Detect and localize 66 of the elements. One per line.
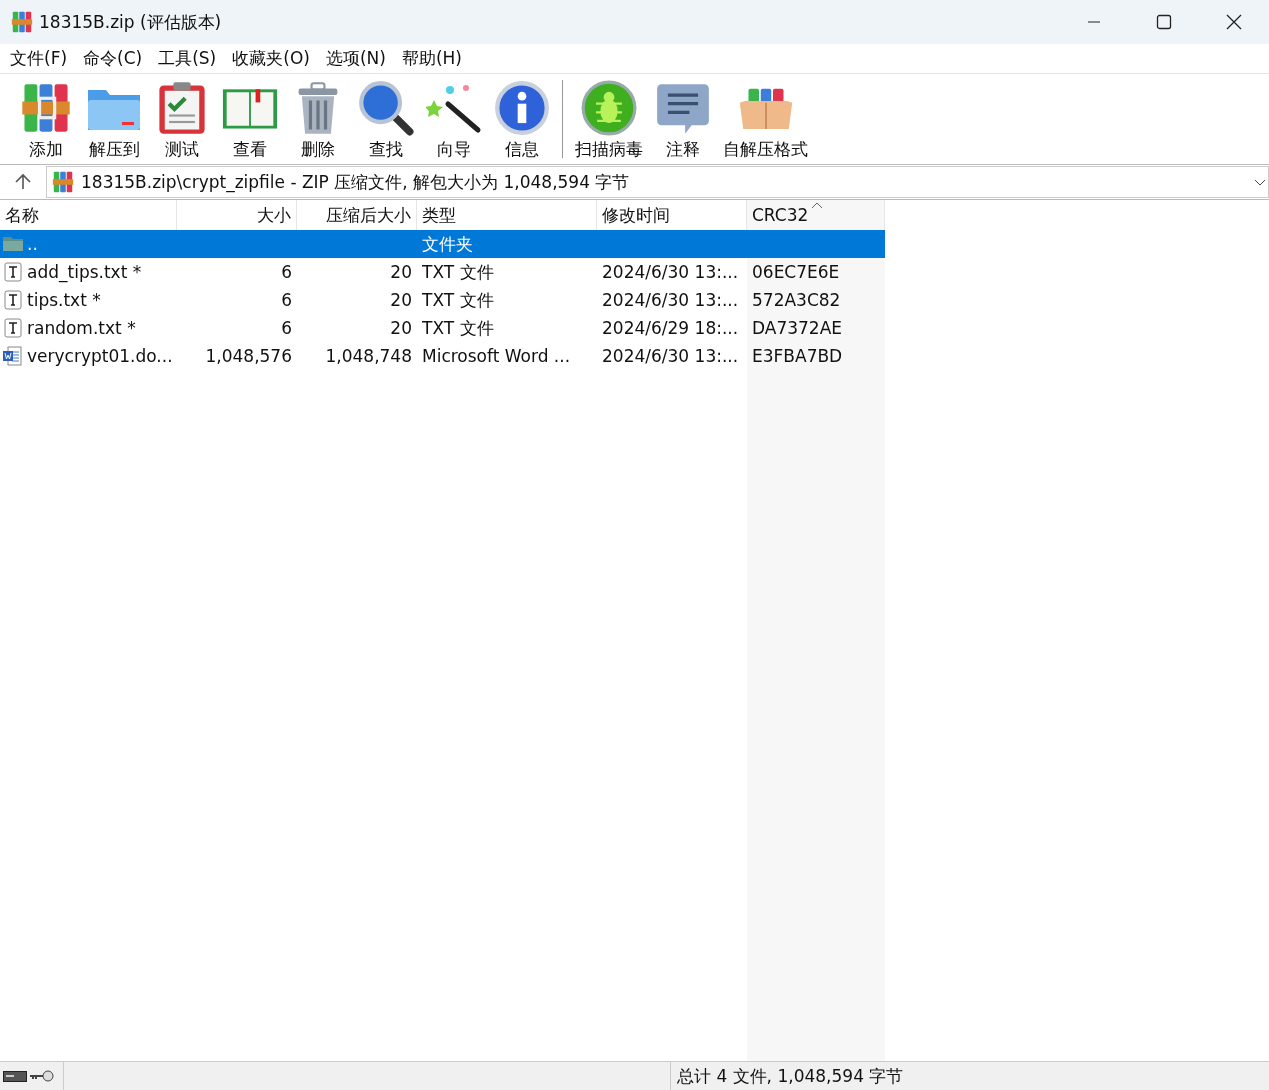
- file-row[interactable]: tips.txt * 6 20 TXT 文件 2024/6/30 13:... 572A3C82: [0, 286, 1269, 314]
- table-cell: 1,048,748: [325, 346, 412, 366]
- table-cell: 572A3C82: [752, 290, 841, 310]
- drive-icon: [3, 1069, 27, 1083]
- toolbar-button[interactable]: 查找: [352, 74, 420, 164]
- table-cell: 2024/6/29 18:...: [602, 318, 739, 338]
- menu-item[interactable]: 帮助(H): [393, 47, 470, 70]
- table-cell: 1,048,576: [205, 346, 292, 366]
- word-document-icon: [3, 346, 23, 366]
- text-file-icon: [3, 262, 23, 282]
- toolbar-button[interactable]: 测试: [148, 74, 216, 164]
- menu-item[interactable]: 命令(C): [75, 47, 151, 70]
- text-file-icon: [3, 318, 23, 338]
- toolbar-button[interactable]: 向导: [420, 74, 488, 164]
- menu-item[interactable]: 工具(S): [150, 47, 225, 70]
- file-name: add_tips.txt *: [27, 262, 142, 282]
- file-row[interactable]: random.txt * 6 20 TXT 文件 2024/6/29 18:... DA7372AE: [0, 314, 1269, 342]
- magnifier-icon: [358, 80, 414, 136]
- file-name: random.txt *: [27, 318, 136, 338]
- toolbar-button[interactable]: 注释: [649, 74, 717, 164]
- table-cell: Microsoft Word ...: [422, 346, 571, 366]
- info-icon: [494, 80, 550, 136]
- folder-icon: [3, 234, 23, 254]
- maximize-icon[interactable]: [1156, 14, 1172, 30]
- toolbar-button[interactable]: 删除: [284, 74, 352, 164]
- table-cell: E3FBA7BD: [752, 346, 843, 366]
- bug-icon: [581, 80, 637, 136]
- toolbar-button[interactable]: 信息: [488, 74, 556, 164]
- file-row[interactable]: .. 文件夹: [0, 230, 1269, 258]
- close-icon[interactable]: [1226, 14, 1242, 30]
- table-cell: 20: [390, 290, 412, 310]
- menu-item[interactable]: 收藏夹(O): [224, 47, 318, 70]
- file-row[interactable]: verycrypt01.do... 1,048,576 1,048,748 Microsoft Word ... 2024/6/30 13:... E3FBA7BD: [0, 342, 1269, 370]
- address-field[interactable]: 18315B.zip\crypt_zipfile - ZIP 压缩文件, 解包大小为 1,048,594 字节: [46, 166, 1269, 198]
- key-icon: [29, 1069, 55, 1083]
- toolbar-button[interactable]: 添加: [12, 74, 80, 164]
- table-cell: 20: [390, 262, 412, 282]
- table-cell: TXT 文件: [422, 288, 494, 312]
- toolbar-button[interactable]: 自解压格式: [717, 74, 814, 164]
- table-cell: 文件夹: [422, 232, 473, 256]
- window-title: 18315B.zip (评估版本): [39, 10, 223, 34]
- toolbar-button[interactable]: 解压到: [80, 74, 148, 164]
- app-logo-icon: [10, 10, 34, 34]
- table-cell: 2024/6/30 13:...: [602, 346, 739, 366]
- table-cell: 06EC7E6E: [752, 262, 840, 282]
- toolbar-button[interactable]: 查看: [216, 74, 284, 164]
- archive-icon: [51, 170, 75, 194]
- text-file-icon: [3, 290, 23, 310]
- menu-item[interactable]: 选项(N): [317, 47, 394, 70]
- table-cell: DA7372AE: [752, 318, 843, 338]
- column-header[interactable]: CRC32: [747, 200, 885, 230]
- table-cell: 2024/6/30 13:...: [602, 290, 739, 310]
- table-cell: 2024/6/30 13:...: [602, 262, 739, 282]
- table-cell: TXT 文件: [422, 260, 494, 284]
- table-cell: 6: [281, 290, 292, 310]
- status-summary: 总计 4 文件, 1,048,594 字节: [676, 1064, 904, 1088]
- table-cell: 6: [281, 318, 292, 338]
- file-row[interactable]: add_tips.txt * 6 20 TXT 文件 2024/6/30 13:... 06EC7E6E: [0, 258, 1269, 286]
- table-cell: 6: [281, 262, 292, 282]
- toolbar-button[interactable]: 扫描病毒: [569, 74, 649, 164]
- table-cell: TXT 文件: [422, 316, 494, 340]
- menu-item[interactable]: 文件(F): [2, 47, 76, 70]
- file-name: verycrypt01.do...: [27, 346, 173, 366]
- file-name: tips.txt *: [27, 290, 101, 310]
- table-cell: 20: [390, 318, 412, 338]
- file-name: ..: [27, 234, 38, 254]
